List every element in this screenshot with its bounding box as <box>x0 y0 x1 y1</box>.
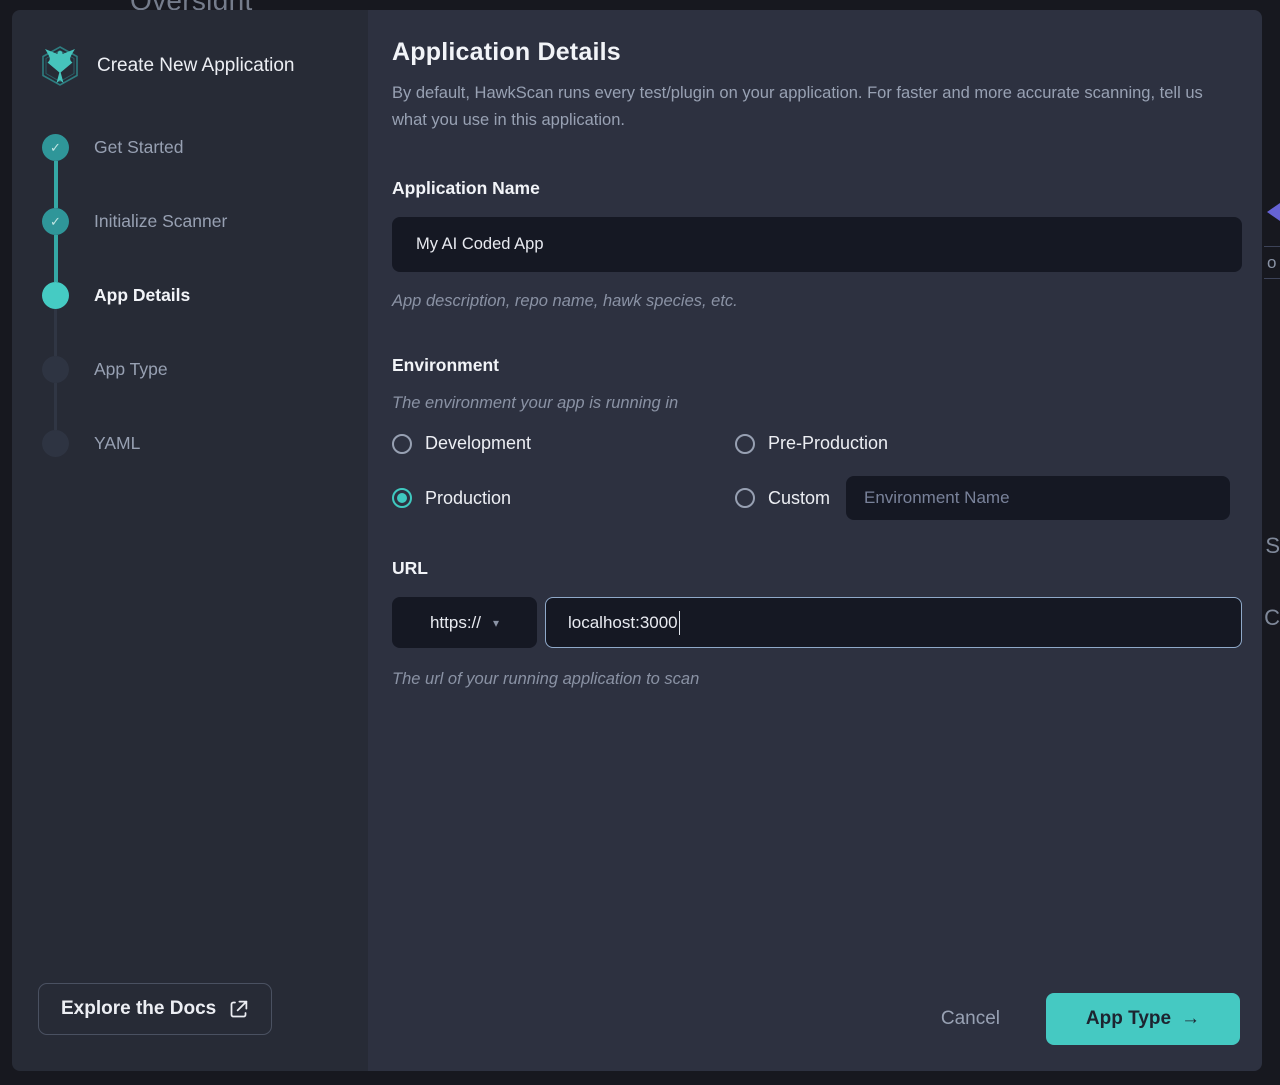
environment-helper: The environment your app is running in <box>392 394 1242 413</box>
radio-circle-selected <box>392 488 412 508</box>
radio-custom[interactable]: Custom <box>735 488 830 509</box>
backdrop-fragment-c: C <box>1264 605 1280 631</box>
radio-label: Production <box>425 488 511 509</box>
check-icon: ✓ <box>50 140 61 156</box>
app-type-next-button[interactable]: App Type → <box>1046 993 1240 1045</box>
step-initialize-scanner[interactable]: ✓ Initialize Scanner <box>42 208 342 235</box>
cancel-button[interactable]: Cancel <box>941 1008 1000 1030</box>
modal-footer: Cancel App Type → <box>392 993 1242 1045</box>
hawk-logo-icon <box>38 44 82 88</box>
page-description: By default, HawkScan runs every test/plu… <box>392 80 1238 134</box>
page-title: Application Details <box>392 38 1242 67</box>
environment-label: Environment <box>392 355 1242 376</box>
step-done-icon: ✓ <box>42 208 69 235</box>
backdrop-fragment-s: S <box>1265 533 1280 559</box>
application-name-input[interactable] <box>392 217 1242 272</box>
step-app-type[interactable]: App Type <box>42 356 342 383</box>
radio-circle <box>735 488 755 508</box>
radio-label: Pre-Production <box>768 433 888 454</box>
backdrop-triangle-icon <box>1267 203 1280 221</box>
url-input[interactable]: localhost:3000 <box>545 597 1242 648</box>
radio-production[interactable]: Production <box>392 488 735 509</box>
custom-environment-cell: Custom <box>735 476 1242 520</box>
radio-circle <box>392 434 412 454</box>
docs-button-label: Explore the Docs <box>61 998 216 1020</box>
url-value: localhost:3000 <box>568 613 678 633</box>
url-label: URL <box>392 558 1242 579</box>
app-details-panel: Application Details By default, HawkScan… <box>368 10 1262 1071</box>
step-label: Get Started <box>94 137 184 158</box>
wizard-stepper: ✓ Get Started ✓ Initialize Scanner App D… <box>42 134 342 457</box>
radio-label: Custom <box>768 488 830 509</box>
next-button-label: App Type <box>1086 1008 1171 1030</box>
explore-docs-button[interactable]: Explore the Docs <box>38 983 272 1035</box>
environment-options: Development Pre-Production Production Cu… <box>392 433 1242 520</box>
backdrop-fragment-box: o <box>1264 246 1280 279</box>
arrow-right-icon: → <box>1181 1008 1200 1030</box>
environment-name-input[interactable] <box>846 476 1230 520</box>
text-cursor <box>679 611 681 635</box>
step-app-details[interactable]: App Details <box>42 282 342 309</box>
step-label: App Type <box>94 359 168 380</box>
check-icon: ✓ <box>50 214 61 230</box>
step-get-started[interactable]: ✓ Get Started <box>42 134 342 161</box>
protocol-select[interactable]: https:// ▾ <box>392 597 537 648</box>
step-done-icon: ✓ <box>42 134 69 161</box>
radio-circle <box>735 434 755 454</box>
step-active-dot <box>42 282 69 309</box>
step-label: App Details <box>94 285 190 306</box>
step-yaml[interactable]: YAML <box>42 430 342 457</box>
external-link-icon <box>228 999 249 1020</box>
step-label: Initialize Scanner <box>94 211 227 232</box>
modal-title: Create New Application <box>97 55 295 77</box>
radio-label: Development <box>425 433 531 454</box>
create-application-modal: Create New Application ✓ Get Started ✓ I… <box>12 10 1262 1071</box>
radio-development[interactable]: Development <box>392 433 735 454</box>
application-name-label: Application Name <box>392 178 1242 199</box>
step-pending-dot <box>42 356 69 383</box>
radio-pre-production[interactable]: Pre-Production <box>735 433 1242 454</box>
chevron-down-icon: ▾ <box>493 616 499 630</box>
protocol-value: https:// <box>430 613 481 633</box>
wizard-sidebar: Create New Application ✓ Get Started ✓ I… <box>12 10 368 1071</box>
step-pending-dot <box>42 430 69 457</box>
brand: Create New Application <box>38 44 342 88</box>
url-row: https:// ▾ localhost:3000 <box>392 597 1242 648</box>
application-name-helper: App description, repo name, hawk species… <box>392 292 1242 311</box>
step-label: YAML <box>94 433 140 454</box>
url-helper: The url of your running application to s… <box>392 670 1242 689</box>
